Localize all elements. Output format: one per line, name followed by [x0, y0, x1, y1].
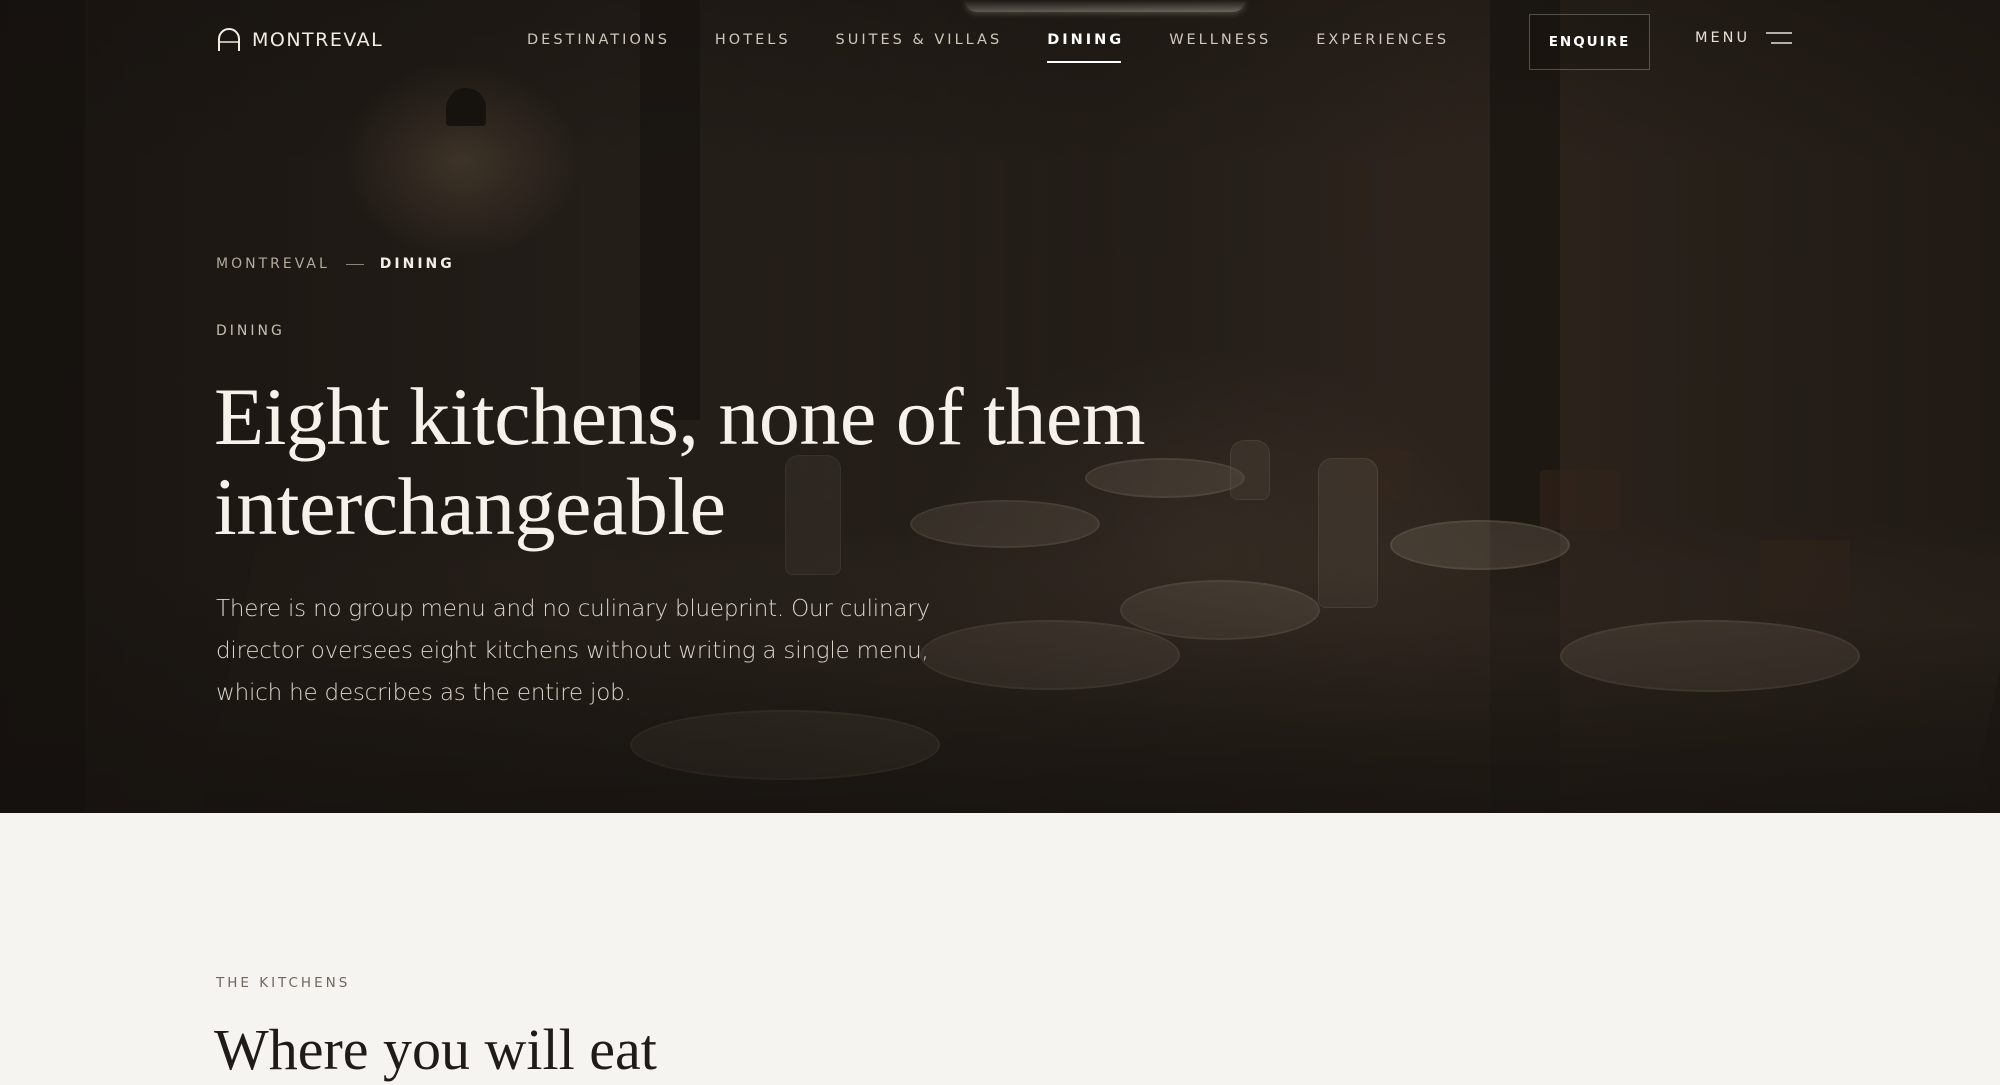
arch-logo-icon	[218, 28, 240, 51]
page-title-line-1: Eight kitchens, none of them	[214, 371, 1146, 462]
enquire-button[interactable]: ENQUIRE	[1529, 14, 1650, 70]
nav-item-hotels[interactable]: HOTELS	[715, 30, 791, 50]
menu-label: MENU	[1695, 30, 1751, 46]
nav-item-wellness[interactable]: WELLNESS	[1169, 30, 1271, 50]
kitchens-eyebrow: THE KITCHENS	[216, 975, 351, 991]
kitchens-section: THE KITCHENS Where you will eat	[0, 813, 2000, 1082]
hero-intro-text: There is no group menu and no culinary b…	[216, 596, 930, 706]
hamburger-icon	[1766, 32, 1793, 44]
menu-button[interactable]: MENU	[1695, 30, 1793, 46]
breadcrumb-separator	[345, 263, 364, 265]
breadcrumb-root-link[interactable]: MONTREVAL	[216, 256, 330, 272]
breadcrumb: MONTREVAL DINING	[216, 256, 455, 272]
nav-item-dining[interactable]: DINING	[1047, 30, 1124, 63]
hero-section: MONTREVAL DESTINATIONS HOTELS SUITES & V…	[0, 0, 2000, 813]
nav-item-experiences[interactable]: EXPERIENCES	[1316, 30, 1449, 50]
brand-name: MONTREVAL	[252, 29, 384, 51]
nav-item-destinations[interactable]: DESTINATIONS	[527, 30, 670, 50]
brand-logo[interactable]: MONTREVAL	[216, 28, 383, 52]
page-title-line-2: interchangeable	[214, 461, 726, 552]
page-title: Eight kitchens, none of them interchange…	[214, 372, 1314, 552]
nav-item-suites-villas[interactable]: SUITES & VILLAS	[836, 30, 1003, 50]
breadcrumb-current: DINING	[379, 256, 455, 272]
hero-eyebrow: DINING	[216, 323, 285, 339]
main-nav: DESTINATIONS HOTELS SUITES & VILLAS DINI…	[527, 30, 1449, 63]
site-header: MONTREVAL DESTINATIONS HOTELS SUITES & V…	[0, 0, 2000, 84]
